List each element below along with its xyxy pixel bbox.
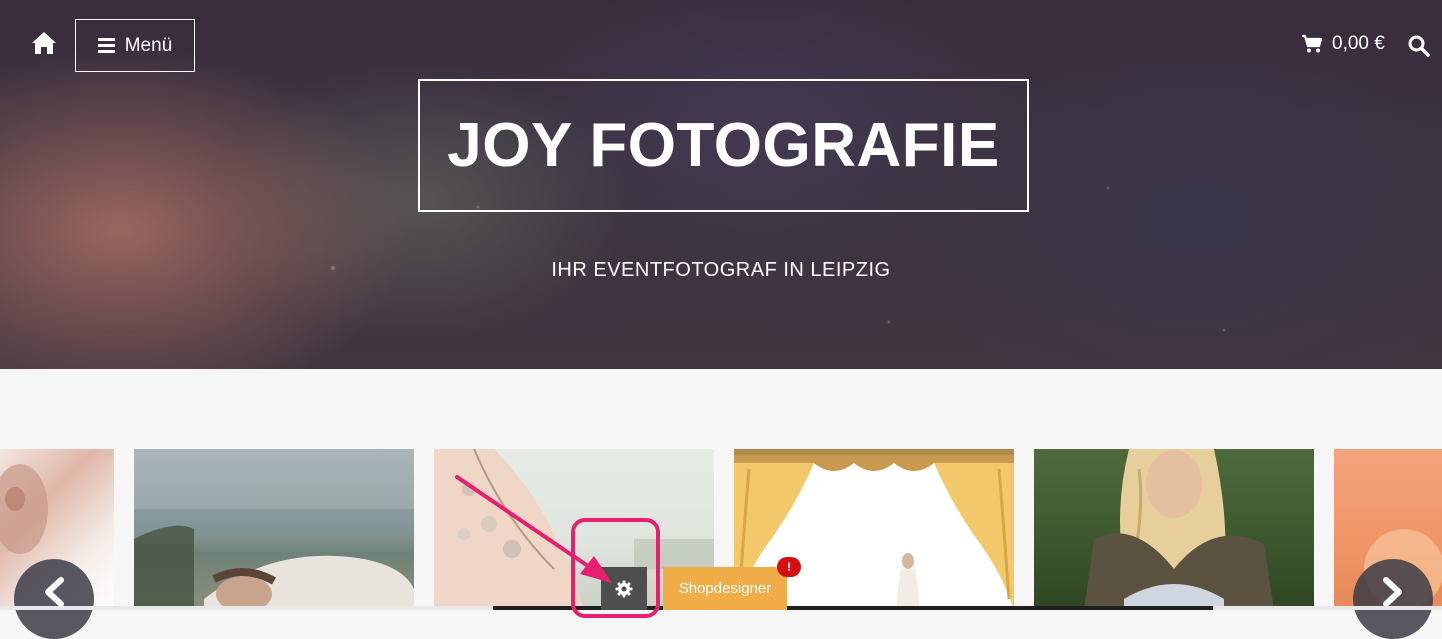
gallery-image-woman-knit-sweater[interactable] xyxy=(1034,449,1314,610)
cart-total: 0,00 € xyxy=(1332,33,1385,54)
chevron-right-icon xyxy=(1383,577,1402,607)
gallery-prev-button[interactable] xyxy=(14,559,94,639)
hero-banner: Menü 0,00 € JOY FOTOGRAFIE IHR EVENTFOTO… xyxy=(0,0,1442,369)
menu-button[interactable]: Menü xyxy=(75,19,195,72)
gallery-image-2-art xyxy=(134,509,414,610)
notification-badge: ! xyxy=(777,557,801,577)
home-icon[interactable] xyxy=(31,31,57,55)
settings-button[interactable] xyxy=(601,567,647,610)
search-icon[interactable] xyxy=(1407,34,1431,58)
gallery-next-button[interactable] xyxy=(1353,559,1433,639)
gallery-image-woman-lying-grass[interactable] xyxy=(134,449,414,610)
gear-icon xyxy=(615,580,633,597)
shopdesigner-label: Shopdesigner xyxy=(678,580,772,597)
site-subtitle: IHR EVENTFOTOGRAF IN LEIPZIG xyxy=(551,259,891,281)
hamburger-icon xyxy=(97,38,115,53)
menu-label: Menü xyxy=(124,34,173,56)
site-title: JOY FOTOGRAFIE xyxy=(447,111,1000,180)
shopdesigner-button[interactable]: Shopdesigner xyxy=(663,567,787,610)
gallery-image-5-art xyxy=(1084,449,1274,610)
site-title-box: JOY FOTOGRAFIE xyxy=(418,79,1029,212)
cart-icon xyxy=(1302,34,1323,53)
cart-button[interactable]: 0,00 € xyxy=(1301,33,1385,55)
chevron-left-icon xyxy=(45,577,64,607)
notification-badge-text: ! xyxy=(787,560,791,574)
